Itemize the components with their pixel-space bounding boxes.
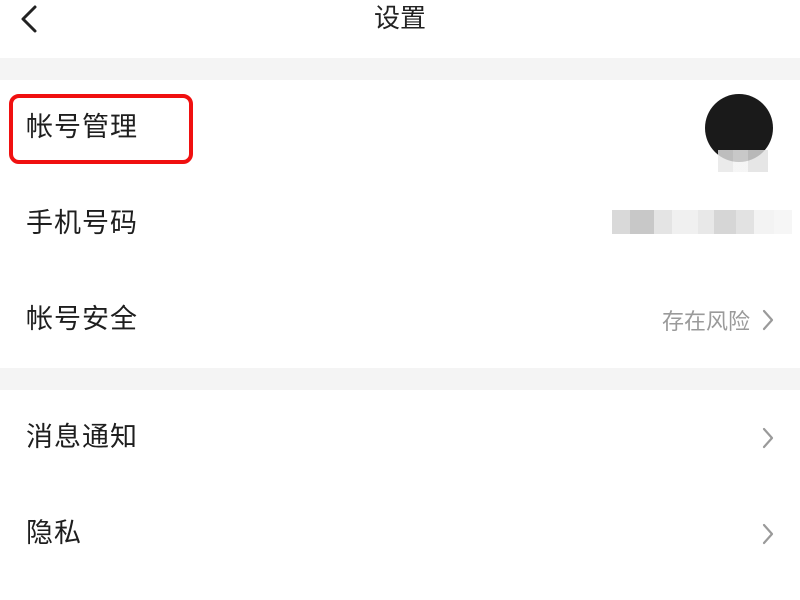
privacy-right [762,486,774,582]
phone-number-value-blurred [612,210,792,234]
section-divider [0,368,800,390]
chevron-right-icon [762,427,774,449]
notifications-row[interactable]: 消息通知 [0,390,800,486]
risk-status-text: 存在风险 [661,310,750,335]
account-security-row[interactable]: 帐号安全 存在风险 [0,272,800,368]
section-divider [0,58,800,80]
page-title: 设置 [373,4,426,34]
account-security-label: 帐号安全 [26,304,138,335]
notifications-label: 消息通知 [26,422,138,453]
account-security-right: 存在风险 [662,272,774,368]
privacy-label: 隐私 [26,518,82,549]
avatar-caption-blur [718,150,768,172]
top-bar: 设置 [0,0,800,58]
notifications-right [762,390,774,486]
chevron-right-icon [762,309,774,331]
phone-number-label: 手机号码 [26,208,138,239]
settings-page: 设置 帐号管理 手机号码 帐号安全 存在风险 消息通知 隐私 [0,0,800,600]
privacy-row[interactable]: 隐私 [0,486,800,582]
chevron-right-icon [762,523,774,545]
highlight-box [9,94,193,164]
